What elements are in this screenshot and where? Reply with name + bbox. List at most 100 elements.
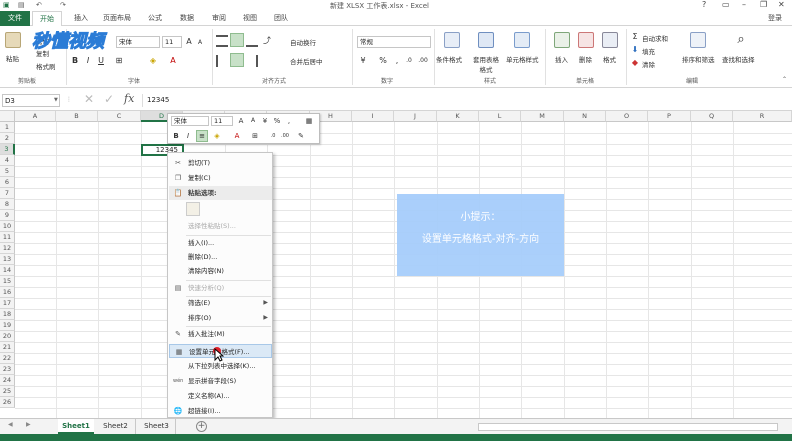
redo-icon[interactable]: ↷ bbox=[60, 1, 66, 9]
row-header[interactable]: 4 bbox=[0, 155, 15, 166]
row-header[interactable]: 13 bbox=[0, 254, 15, 265]
ribbon-options-icon[interactable]: ▭ bbox=[722, 0, 730, 9]
col-header[interactable]: K bbox=[437, 111, 479, 122]
paste-icon[interactable] bbox=[5, 32, 21, 48]
undo-icon[interactable]: ↶ bbox=[36, 1, 42, 9]
conditional-format-icon[interactable] bbox=[444, 32, 460, 48]
sheet-tab-3[interactable]: Sheet3 bbox=[138, 419, 176, 434]
sheet-tab-2[interactable]: Sheet2 bbox=[96, 419, 136, 434]
col-header[interactable]: M bbox=[521, 111, 564, 122]
mini-increase-decimal-icon[interactable]: .0 bbox=[268, 131, 278, 141]
row-header[interactable]: 11 bbox=[0, 232, 15, 243]
row-header[interactable]: 14 bbox=[0, 265, 15, 276]
sort-filter-icon[interactable] bbox=[690, 32, 706, 48]
tab-review[interactable]: 审阅 bbox=[212, 13, 226, 23]
row-header[interactable]: 9 bbox=[0, 210, 15, 221]
row-header[interactable]: 26 bbox=[0, 397, 15, 408]
mini-font-color-button[interactable]: A bbox=[232, 131, 242, 141]
row-header[interactable]: 16 bbox=[0, 287, 15, 298]
row-header[interactable]: 18 bbox=[0, 309, 15, 320]
restore-icon[interactable]: ❐ bbox=[760, 0, 767, 9]
align-right-icon[interactable] bbox=[246, 55, 258, 67]
mini-borders-icon[interactable]: ⊞ bbox=[250, 131, 260, 141]
mini-align-center-icon[interactable]: ≡ bbox=[196, 130, 208, 142]
row-header[interactable]: 6 bbox=[0, 177, 15, 188]
find-select-button[interactable]: 查找和选择 bbox=[722, 54, 755, 64]
format-painter-button[interactable]: 格式刷 bbox=[36, 61, 56, 71]
menu-item-cut[interactable]: ✂ 剪切(T) bbox=[169, 156, 272, 170]
align-left-icon[interactable] bbox=[216, 55, 228, 67]
decrease-decimal-icon[interactable]: .00 bbox=[418, 56, 428, 66]
delete-cells-icon[interactable] bbox=[578, 32, 594, 48]
autosum-button[interactable]: 自动求和 bbox=[642, 33, 668, 43]
help-icon[interactable]: ? bbox=[702, 0, 706, 9]
align-middle-icon[interactable] bbox=[230, 33, 244, 47]
close-icon[interactable]: ✕ bbox=[778, 0, 785, 9]
next-sheet-icon[interactable]: ▶ bbox=[26, 421, 31, 428]
row-header[interactable]: 19 bbox=[0, 320, 15, 331]
paste-option-icon[interactable] bbox=[186, 202, 200, 216]
clear-button[interactable]: 清除 bbox=[642, 59, 655, 69]
formula-input[interactable]: 12345 bbox=[142, 94, 790, 107]
row-header[interactable]: 5 bbox=[0, 166, 15, 177]
collapse-ribbon-icon[interactable]: ⌃ bbox=[782, 76, 787, 83]
format-as-table-button[interactable]: 套用表格格式 bbox=[470, 54, 502, 74]
col-header[interactable]: Q bbox=[691, 111, 733, 122]
insert-cells-icon[interactable] bbox=[554, 32, 570, 48]
row-header[interactable]: 15 bbox=[0, 276, 15, 287]
conditional-format-button[interactable]: 条件格式 bbox=[436, 54, 462, 64]
align-bottom-icon[interactable] bbox=[246, 35, 258, 47]
sheet-tab-1[interactable]: Sheet1 bbox=[58, 419, 94, 434]
mini-format-table-icon[interactable]: ▦ bbox=[304, 116, 314, 126]
mini-decrease-decimal-icon[interactable]: .00 bbox=[280, 131, 290, 141]
tab-file[interactable]: 文件 bbox=[0, 11, 30, 26]
fill-button[interactable]: 填充 bbox=[642, 46, 655, 56]
tab-insert[interactable]: 插入 bbox=[74, 13, 88, 23]
borders-icon[interactable]: ⊞ bbox=[114, 56, 124, 66]
row-header[interactable]: 17 bbox=[0, 298, 15, 309]
menu-item-clear[interactable]: 清除内容(N) bbox=[169, 264, 272, 278]
clear-icon[interactable]: ◆ bbox=[630, 58, 640, 68]
col-header[interactable]: R bbox=[733, 111, 792, 122]
mini-italic-button[interactable]: I bbox=[183, 131, 193, 141]
insert-function-icon[interactable]: fx bbox=[124, 92, 134, 105]
row-header[interactable]: 24 bbox=[0, 375, 15, 386]
menu-item-filter[interactable]: 筛选(E) ▶ bbox=[169, 296, 272, 310]
underline-button[interactable]: U bbox=[96, 56, 106, 66]
col-header[interactable]: B bbox=[56, 111, 98, 122]
mini-grow-font-icon[interactable]: A bbox=[236, 116, 246, 126]
mini-comma-button[interactable]: , bbox=[284, 116, 294, 126]
delete-cells-button[interactable]: 删除 bbox=[579, 54, 592, 64]
col-header[interactable]: O bbox=[606, 111, 648, 122]
row-header[interactable]: 12 bbox=[0, 243, 15, 254]
worksheet-grid[interactable]: A B C D E F G H I J K L M N O P Q R 1 2 … bbox=[0, 111, 792, 418]
format-as-table-icon[interactable] bbox=[478, 32, 494, 48]
mini-percent-button[interactable]: % bbox=[272, 116, 282, 126]
percent-button[interactable]: % bbox=[378, 56, 388, 66]
col-header[interactable]: L bbox=[479, 111, 521, 122]
number-format-select[interactable]: 常规 bbox=[357, 36, 431, 48]
wrap-text-button[interactable]: 自动换行 bbox=[290, 37, 316, 47]
menu-item-phonetic[interactable]: wén 显示拼音字段(S) bbox=[169, 374, 272, 388]
insert-cells-button[interactable]: 插入 bbox=[555, 54, 568, 64]
autosum-icon[interactable]: Σ bbox=[630, 32, 640, 42]
row-header-selected[interactable]: 3 bbox=[0, 144, 15, 155]
tab-team[interactable]: 团队 bbox=[274, 13, 288, 23]
add-sheet-icon[interactable]: + bbox=[196, 421, 207, 432]
mini-bold-button[interactable]: B bbox=[171, 131, 181, 141]
select-all-corner[interactable] bbox=[0, 111, 15, 122]
menu-item-delete[interactable]: 删除(D)... bbox=[169, 250, 272, 264]
name-box-dropdown-icon[interactable]: ▼ bbox=[54, 97, 58, 103]
prev-sheet-icon[interactable]: ◀ bbox=[8, 421, 13, 428]
font-color-icon[interactable]: A bbox=[168, 56, 178, 66]
comma-button[interactable]: , bbox=[392, 56, 402, 66]
col-header[interactable]: A bbox=[15, 111, 56, 122]
tab-formulas[interactable]: 公式 bbox=[148, 13, 162, 23]
col-header[interactable]: P bbox=[648, 111, 691, 122]
mini-format-painter-icon[interactable]: ✎ bbox=[296, 131, 306, 141]
menu-item-insert[interactable]: 插入(I)... bbox=[169, 236, 272, 250]
row-header[interactable]: 2 bbox=[0, 133, 15, 144]
fill-icon[interactable]: ⬇ bbox=[630, 45, 640, 55]
save-icon[interactable]: ▤ bbox=[18, 1, 25, 9]
row-header[interactable]: 23 bbox=[0, 364, 15, 375]
